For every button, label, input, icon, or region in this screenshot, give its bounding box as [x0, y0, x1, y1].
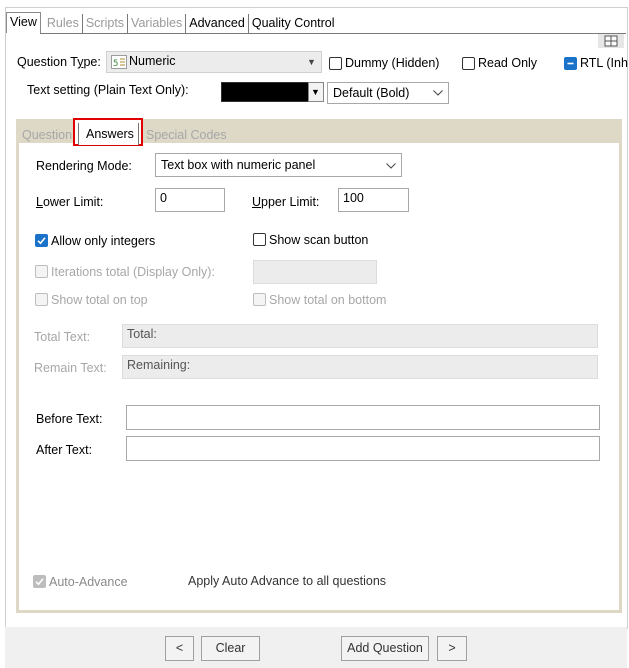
total-text-input[interactable]: Total: [122, 324, 598, 348]
rendering-mode-select[interactable]: Text box with numeric panel [155, 153, 402, 177]
rtl-checkbox[interactable] [564, 57, 577, 70]
auto-advance-checkbox[interactable] [33, 575, 46, 588]
clear-button[interactable]: Clear [201, 636, 260, 661]
allow-integers-label: Allow only integers [51, 234, 156, 248]
color-dropdown-button[interactable]: ▼ [308, 82, 324, 102]
question-type-select[interactable]: 5 Numeric ▼ [106, 51, 322, 73]
dummy-checkbox[interactable] [329, 57, 342, 70]
after-text-input[interactable] [126, 436, 600, 461]
top-tab-strip: View Rules Scripts Variables Advanced Qu… [6, 12, 338, 33]
chevron-down-icon [386, 163, 396, 169]
show-scan-checkbox[interactable] [253, 233, 266, 246]
lower-limit-input[interactable]: 0 [155, 188, 225, 212]
auto-advance-label: Auto-Advance [49, 575, 128, 589]
show-total-top-checkbox[interactable] [35, 293, 48, 306]
text-color-swatch[interactable] [221, 82, 310, 102]
allow-integers-checkbox[interactable] [35, 234, 48, 247]
chevron-down-icon: ▼ [311, 87, 320, 97]
previous-button[interactable]: < [165, 636, 194, 661]
remain-text-value: Remaining: [127, 358, 191, 372]
total-text-value: Total: [127, 327, 157, 341]
chevron-down-icon: ▼ [307, 57, 316, 67]
footer-bar [5, 627, 627, 668]
tab-answers-label: Answers [86, 127, 134, 141]
svg-text:5: 5 [113, 59, 118, 69]
upper-limit-input[interactable]: 100 [338, 188, 409, 212]
rendering-mode-label: Rendering Mode: [36, 159, 132, 173]
tab-divider [40, 33, 626, 34]
next-button[interactable]: > [437, 636, 467, 661]
read-only-label: Read Only [478, 56, 538, 70]
check-icon [35, 578, 44, 586]
tab-rules[interactable]: Rules [44, 14, 82, 33]
numeric-type-icon: 5 [111, 55, 127, 69]
lower-limit-label: Lower Limit: [36, 195, 104, 209]
lower-limit-value: 0 [160, 191, 167, 205]
upper-limit-value: 100 [343, 191, 364, 205]
font-style-select[interactable]: Default (Bold) [327, 82, 449, 104]
tab-view[interactable]: View [6, 12, 41, 33]
text-setting-label: Text setting (Plain Text Only): [27, 83, 189, 97]
dummy-label: Dummy (Hidden) [345, 56, 440, 70]
tab-question[interactable]: Question [22, 128, 72, 143]
tab-scripts[interactable]: Scripts [81, 14, 127, 33]
remain-text-input[interactable]: Remaining: [122, 355, 598, 379]
tab-variables[interactable]: Variables [127, 14, 185, 33]
tab-advanced[interactable]: Advanced [185, 14, 248, 33]
show-total-top-label: Show total on top [51, 293, 148, 307]
chevron-down-icon [433, 90, 443, 96]
iterations-total-checkbox[interactable] [35, 265, 48, 278]
iterations-total-label: Iterations total (Display Only): [51, 265, 215, 279]
total-text-label: Total Text: [34, 330, 91, 344]
show-total-bottom-checkbox[interactable] [253, 293, 266, 306]
grid-toolbar-icon[interactable] [598, 34, 624, 48]
remain-text-label: Remain Text: [34, 361, 107, 375]
rendering-mode-value: Text box with numeric panel [161, 158, 316, 172]
show-total-bottom-label: Show total on bottom [269, 293, 387, 307]
apply-auto-advance-link[interactable]: Apply Auto Advance to all questions [188, 574, 386, 589]
before-text-label: Before Text: [36, 412, 103, 426]
tab-quality-control[interactable]: Quality Control [247, 14, 338, 33]
check-icon [37, 237, 46, 245]
font-style-value: Default (Bold) [333, 86, 410, 100]
rtl-label: RTL (Inh [580, 56, 628, 70]
question-type-value: Numeric [129, 54, 176, 68]
tab-answers[interactable]: Answers [78, 123, 139, 145]
after-text-label: After Text: [36, 443, 93, 457]
iterations-total-input[interactable] [253, 260, 377, 284]
read-only-checkbox[interactable] [462, 57, 475, 70]
tab-special-codes[interactable]: Special Codes [146, 128, 227, 143]
add-question-button[interactable]: Add Question [341, 636, 429, 661]
question-type-label: Question Type: [17, 55, 101, 69]
before-text-input[interactable] [126, 405, 600, 430]
show-scan-label: Show scan button [269, 233, 369, 247]
upper-limit-label: Upper Limit: [252, 195, 320, 209]
